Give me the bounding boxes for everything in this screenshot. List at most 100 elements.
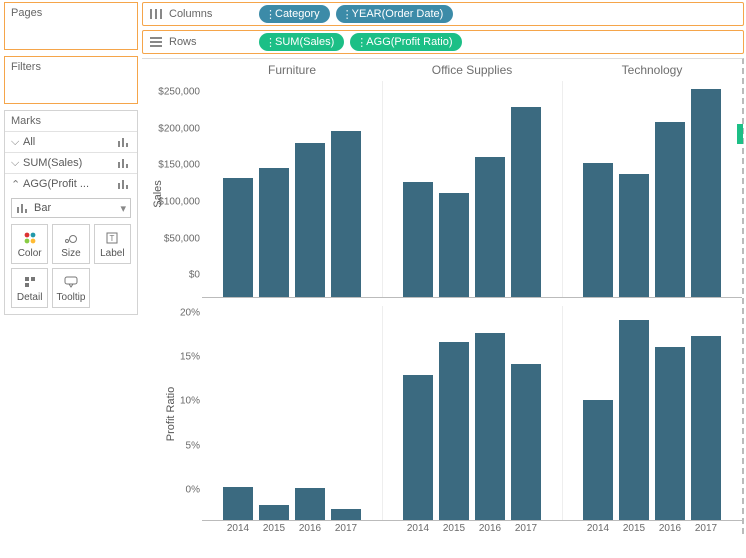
bar[interactable]	[583, 400, 613, 521]
x-tick: 2015	[439, 523, 469, 534]
facet-x: 2014201520162017	[562, 523, 742, 534]
bar[interactable]	[655, 122, 685, 298]
bar[interactable]	[583, 163, 613, 298]
y-tick: 10%	[180, 396, 200, 407]
bar[interactable]	[439, 342, 469, 521]
rows-shelf[interactable]: Rows ⋮ SUM(Sales) ⋮ AGG(Profit Ratio)	[142, 30, 744, 54]
bar[interactable]	[331, 131, 361, 298]
columns-icon	[149, 9, 163, 19]
mark-btn-label: Size	[61, 248, 80, 259]
y-tick: $100,000	[158, 196, 200, 207]
pages-title: Pages	[5, 3, 137, 23]
facet	[562, 81, 742, 298]
pill-year-orderdate[interactable]: ⋮ YEAR(Order Date)	[336, 5, 454, 23]
mark-color-button[interactable]: Color	[11, 224, 48, 264]
facet-x: 2014201520162017	[382, 523, 562, 534]
facet	[382, 306, 562, 521]
bar[interactable]	[259, 168, 289, 298]
marks-title: Marks	[5, 111, 137, 131]
facet	[202, 81, 382, 298]
tooltip-icon	[64, 274, 78, 290]
filters-title: Filters	[5, 57, 137, 77]
mark-label-button[interactable]: T Label	[94, 224, 131, 264]
marks-row-label: SUM(Sales)	[21, 157, 117, 169]
rows-label: Rows	[169, 36, 213, 48]
bar[interactable]	[295, 143, 325, 298]
facet-header: Furniture	[202, 59, 382, 81]
bar-icon	[16, 201, 30, 215]
bar[interactable]	[655, 347, 685, 521]
bar[interactable]	[403, 182, 433, 298]
marks-row-label: All	[21, 136, 117, 148]
axis-line	[202, 520, 742, 521]
mark-btn-label: Detail	[17, 292, 43, 303]
pill-category[interactable]: ⋮ Category	[259, 5, 330, 23]
chevron-up-icon: ⌃	[11, 178, 21, 191]
marks-row-label: AGG(Profit ...	[21, 178, 117, 190]
bar[interactable]	[259, 505, 289, 521]
chevron-down-icon: ⌵	[11, 157, 21, 170]
facet-x: 2014201520162017	[202, 523, 382, 534]
bar[interactable]	[511, 364, 541, 521]
bar[interactable]	[691, 89, 721, 298]
pill-sum-sales[interactable]: ⋮ SUM(Sales)	[259, 33, 344, 51]
size-icon	[64, 230, 78, 246]
bar[interactable]	[619, 174, 649, 298]
pages-shelf[interactable]: Pages	[4, 2, 138, 50]
x-tick: 2017	[691, 523, 721, 534]
marks-row-agg[interactable]: ⌃ AGG(Profit ...	[5, 173, 137, 194]
x-tick: 2014	[583, 523, 613, 534]
columns-shelf[interactable]: Columns ⋮ Category ⋮ YEAR(Order Date)	[142, 2, 744, 26]
bar[interactable]	[223, 487, 253, 521]
bar[interactable]	[475, 157, 505, 298]
pill-label: YEAR(Order Date)	[352, 8, 444, 20]
workspace: Pages Filters Marks ⌵ All ⌵ SUM(Sales)	[0, 0, 746, 536]
chart-panel-ratio: Profit Ratio 0% 5% 10% 15% 20%	[142, 306, 742, 521]
x-tick: 2016	[295, 523, 325, 534]
pill-agg-profit-ratio[interactable]: ⋮ AGG(Profit Ratio)	[350, 33, 462, 51]
x-tick: 2017	[331, 523, 361, 534]
chart-area[interactable]: Furniture Office Supplies Technology Sal…	[142, 58, 744, 534]
x-axis: 2014201520162017201420152016201720142015…	[202, 521, 742, 534]
x-tick: 2017	[511, 523, 541, 534]
pill-label: Category	[275, 8, 320, 20]
mark-tooltip-button[interactable]: Tooltip	[52, 268, 89, 308]
mark-type-dropdown[interactable]: Bar ▾	[11, 198, 131, 218]
facet-headers: Furniture Office Supplies Technology	[202, 59, 742, 81]
bar[interactable]	[295, 488, 325, 521]
y-tick: $250,000	[158, 87, 200, 98]
y-tick: 0%	[186, 485, 200, 496]
pill-label: AGG(Profit Ratio)	[366, 36, 452, 48]
marks-row-sum[interactable]: ⌵ SUM(Sales)	[5, 152, 137, 173]
x-tick: 2016	[655, 523, 685, 534]
x-tick: 2014	[223, 523, 253, 534]
bar[interactable]	[439, 193, 469, 298]
rows-icon	[149, 37, 163, 47]
marks-row-all[interactable]: ⌵ All	[5, 131, 137, 152]
bar[interactable]	[475, 333, 505, 521]
bar-icon	[117, 156, 131, 170]
bar[interactable]	[511, 107, 541, 298]
mark-detail-button[interactable]: Detail	[11, 268, 48, 308]
x-tick: 2016	[475, 523, 505, 534]
filters-shelf[interactable]: Filters	[4, 56, 138, 104]
bar[interactable]	[691, 336, 721, 521]
bar[interactable]	[223, 178, 253, 298]
chevron-down-icon: ▾	[120, 202, 126, 215]
y-tick: 5%	[186, 440, 200, 451]
facet-header: Office Supplies	[382, 59, 562, 81]
bar[interactable]	[619, 320, 649, 521]
facet	[202, 306, 382, 521]
mark-size-button[interactable]: Size	[52, 224, 89, 264]
bar[interactable]	[403, 375, 433, 521]
y-tick: $150,000	[158, 160, 200, 171]
svg-text:T: T	[110, 234, 115, 243]
marks-card: Marks ⌵ All ⌵ SUM(Sales) ⌃ AGG(Profit ..…	[4, 110, 138, 315]
facet	[562, 306, 742, 521]
y-tick: 20%	[180, 307, 200, 318]
columns-label: Columns	[169, 8, 213, 20]
label-icon: T	[106, 230, 118, 246]
mark-btn-label: Label	[100, 248, 124, 259]
facet-header: Technology	[562, 59, 742, 81]
facet	[382, 81, 562, 298]
